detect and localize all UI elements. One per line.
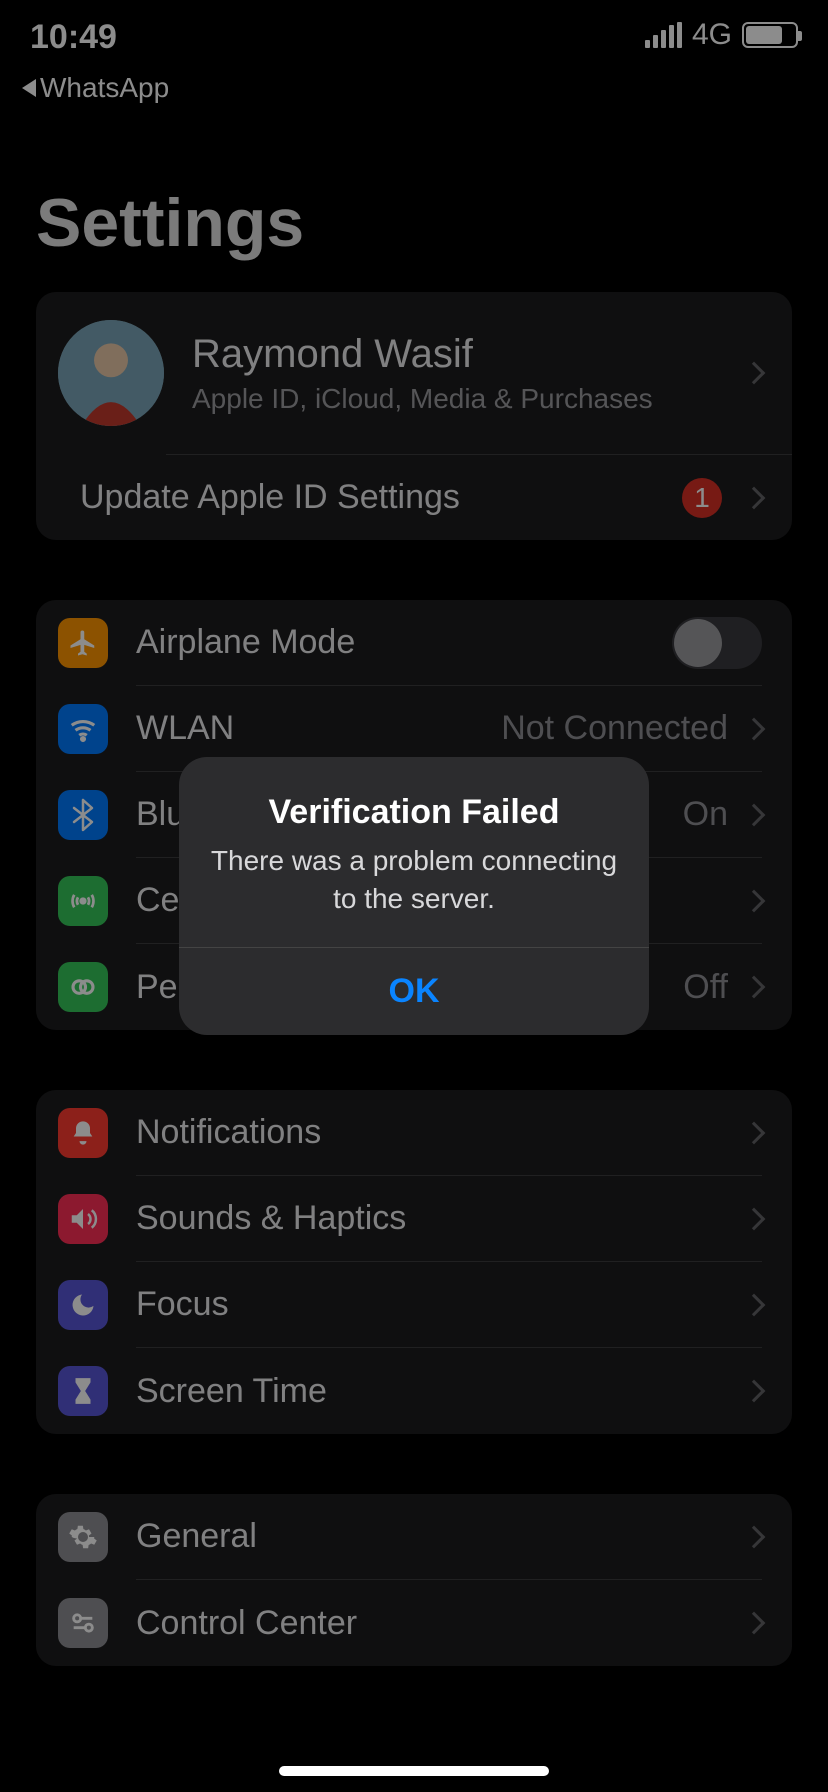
alert-message: There was a problem connecting to the se… xyxy=(207,842,621,918)
alert-overlay: Verification Failed There was a problem … xyxy=(0,0,828,1792)
alert-ok-button[interactable]: OK xyxy=(179,947,649,1035)
alert-dialog: Verification Failed There was a problem … xyxy=(179,757,649,1036)
alert-title: Verification Failed xyxy=(207,793,621,832)
home-indicator[interactable] xyxy=(279,1766,549,1776)
